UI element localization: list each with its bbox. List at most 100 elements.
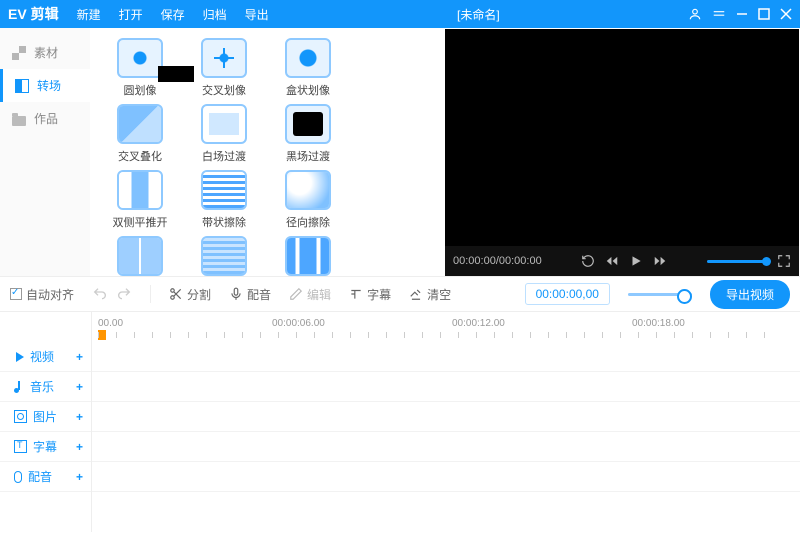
transition-thumb-icon (285, 236, 331, 276)
add-track-button[interactable]: + (76, 440, 83, 454)
sidebar-item-works[interactable]: 作品 (0, 102, 90, 135)
track-header[interactable]: 视频 + (0, 342, 91, 372)
transition-thumb-icon (285, 170, 331, 210)
time-ruler[interactable]: 00.0000:00:06.0000:00:12.0000:00:18.00 (92, 312, 800, 342)
transition-label: 白场过渡 (182, 148, 266, 164)
track-lane[interactable] (92, 342, 800, 372)
ruler-label: 00.00 (98, 318, 123, 329)
txt-icon (14, 440, 27, 453)
transition-thumb-icon (117, 170, 163, 210)
transition-label: 黑场过渡 (266, 148, 350, 164)
transition-item[interactable]: 交叉划像 (182, 38, 266, 98)
track-header[interactable]: 图片+ (0, 402, 91, 432)
minimize-button[interactable] (736, 8, 748, 20)
transition-thumb-icon (285, 104, 331, 144)
playhead[interactable] (98, 330, 106, 340)
transition-item[interactable]: 径向擦除 (266, 170, 350, 230)
transition-thumb-icon (117, 38, 163, 78)
add-track-button[interactable]: + (76, 350, 83, 364)
undo-button[interactable] (92, 286, 108, 302)
sidebar-item-label: 素材 (34, 44, 58, 61)
folder-icon (12, 116, 26, 126)
subtitle-button[interactable]: 字幕 (349, 286, 391, 303)
transition-label: 带状擦除 (182, 214, 266, 230)
track-lane[interactable] (92, 462, 800, 492)
tracks-area[interactable]: 00.0000:00:06.0000:00:12.0000:00:18.00 (92, 312, 800, 532)
edit-button[interactable]: 编辑 (289, 286, 331, 303)
ruler-label: 00:00:12.00 (452, 318, 505, 329)
transition-thumb-icon (285, 38, 331, 78)
sidebar-item-transition[interactable]: 转场 (0, 69, 90, 102)
track-header[interactable]: 配音+ (0, 462, 91, 492)
clear-button[interactable]: 清空 (409, 286, 451, 303)
transition-label: 交叉叠化 (98, 148, 182, 164)
track-label: 字幕 (33, 438, 57, 455)
play-button[interactable] (629, 254, 643, 268)
transition-label: 双侧平推开 (98, 214, 182, 230)
transition-thumb-icon (201, 236, 247, 276)
transition-item[interactable]: 交叉叠化 (98, 104, 182, 164)
sidebar-item-material[interactable]: 素材 (0, 36, 90, 69)
menu-archive[interactable]: 归档 (203, 6, 227, 23)
menu-export[interactable]: 导出 (245, 6, 269, 23)
transition-item[interactable] (182, 236, 266, 276)
maximize-button[interactable] (758, 8, 770, 20)
rewind-button[interactable] (605, 254, 619, 268)
add-track-button[interactable]: + (76, 380, 83, 394)
menu-new[interactable]: 新建 (77, 6, 101, 23)
close-button[interactable] (780, 8, 792, 20)
zoom-slider[interactable] (628, 293, 692, 296)
split-button[interactable]: 分割 (169, 286, 211, 303)
transition-item[interactable] (98, 236, 182, 276)
transition-thumb-icon (201, 104, 247, 144)
transition-item[interactable]: 双侧平推开 (98, 170, 182, 230)
transition-item[interactable] (266, 236, 350, 276)
preview-pane: 00:00:00/00:00:00 (445, 29, 799, 276)
track-lane[interactable] (92, 372, 800, 402)
play-icon (16, 352, 24, 362)
main-menu: 新建 打开 保存 归档 导出 (77, 6, 269, 23)
track-header[interactable]: 音乐 + (0, 372, 91, 402)
redaction-mask (158, 66, 194, 82)
document-title: [未命名] (457, 6, 500, 23)
transition-item[interactable]: 黑场过渡 (266, 104, 350, 164)
transition-icon (15, 79, 29, 93)
transition-label: 圆划像 (98, 82, 182, 98)
transition-item[interactable]: 带状擦除 (182, 170, 266, 230)
track-lane[interactable] (92, 402, 800, 432)
timecode-display[interactable]: 00:00:00,00 (525, 283, 610, 305)
forward-button[interactable] (653, 254, 667, 268)
fullscreen-button[interactable] (777, 254, 791, 268)
video-preview[interactable] (451, 35, 793, 246)
track-lane[interactable] (92, 432, 800, 462)
dub-button[interactable]: 配音 (229, 286, 271, 303)
menu-open[interactable]: 打开 (119, 6, 143, 23)
transition-label: 交叉划像 (182, 82, 266, 98)
transition-thumb-icon (117, 236, 163, 276)
transition-item[interactable]: 盒状划像 (266, 38, 350, 98)
add-track-button[interactable]: + (76, 470, 83, 484)
volume-slider[interactable] (707, 260, 767, 263)
transition-item[interactable]: 白场过渡 (182, 104, 266, 164)
menu-save[interactable]: 保存 (161, 6, 185, 23)
player-controls: 00:00:00/00:00:00 (445, 246, 799, 276)
transition-label: 径向擦除 (266, 214, 350, 230)
track-label: 视频 (30, 348, 54, 365)
sidebar-item-label: 作品 (34, 110, 58, 127)
auto-align-toggle[interactable]: 自动对齐 (10, 286, 74, 303)
checkbox-icon (10, 288, 22, 300)
export-button[interactable]: 导出视频 (710, 280, 790, 309)
user-icon[interactable] (688, 7, 702, 21)
settings-icon[interactable] (712, 7, 726, 21)
toolbar: 自动对齐 分割 配音 编辑 字幕 清空 00:00:00,00 导出视频 (0, 276, 800, 312)
transition-panel: 圆划像交叉划像盒状划像交叉叠化白场过渡黑场过渡双侧平推开带状擦除径向擦除 (90, 28, 445, 276)
track-label: 音乐 (30, 378, 54, 395)
track-labels: 视频+音乐+图片+字幕+配音+ (0, 312, 92, 532)
rotate-icon[interactable] (581, 254, 595, 268)
add-track-button[interactable]: + (76, 410, 83, 424)
app-logo: EV 剪辑 (8, 4, 59, 24)
transition-thumb-icon (201, 170, 247, 210)
transition-thumb-icon (117, 104, 163, 144)
redo-button[interactable] (116, 286, 132, 302)
track-header[interactable]: 字幕 + (0, 432, 91, 462)
